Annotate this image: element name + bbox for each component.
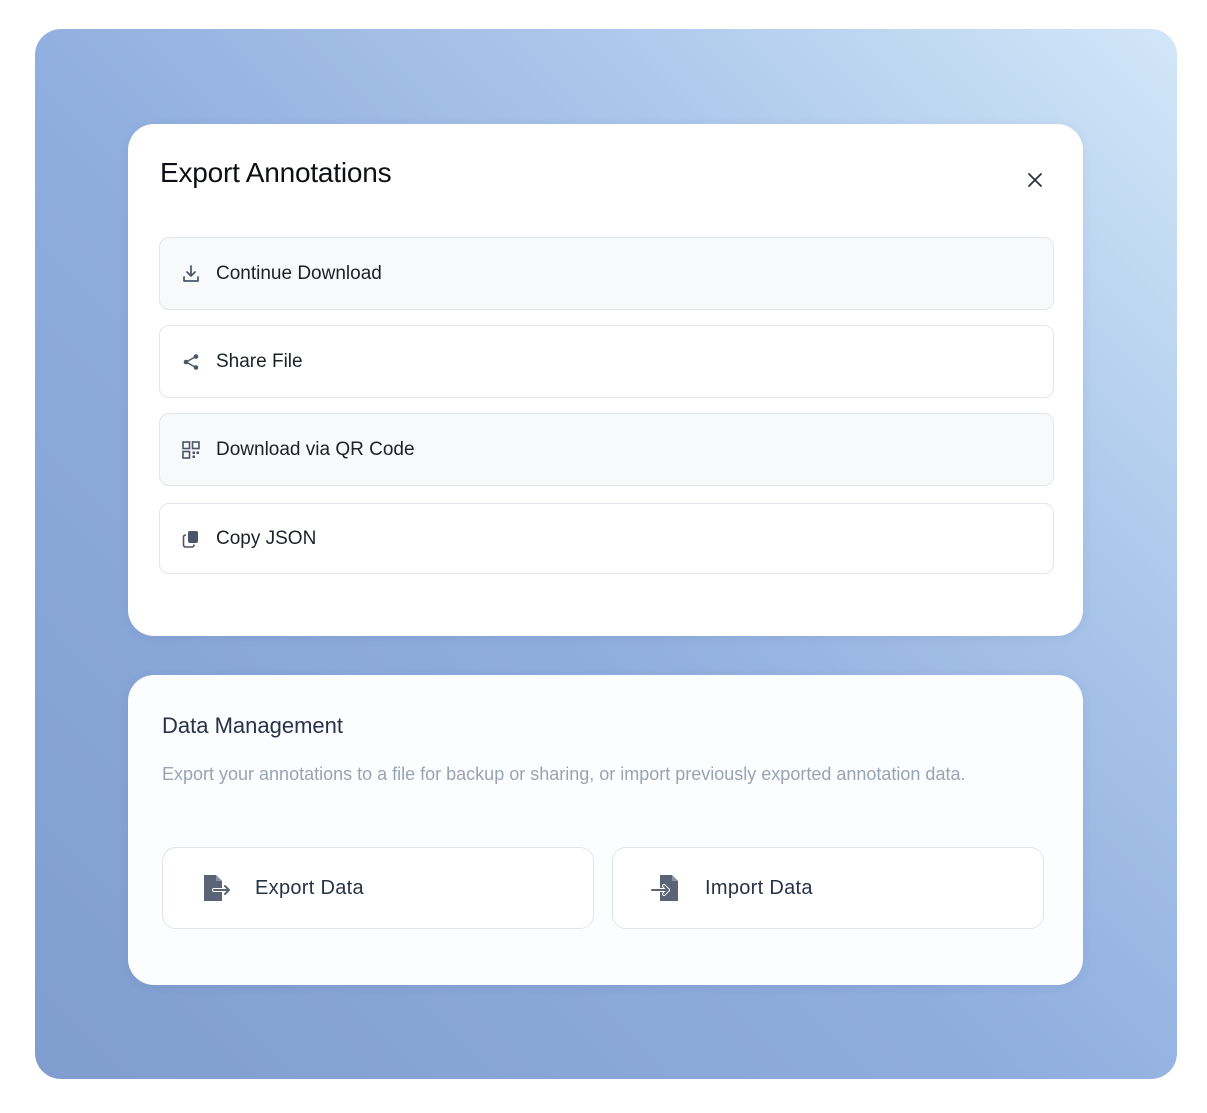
import-data-button[interactable]: Import Data bbox=[612, 847, 1044, 929]
copy-icon bbox=[180, 528, 202, 550]
qr-code-option[interactable]: Download via QR Code bbox=[159, 413, 1054, 486]
option-label: Copy JSON bbox=[216, 527, 317, 549]
button-label: Import Data bbox=[705, 876, 813, 899]
share-file-option[interactable]: Share File bbox=[159, 325, 1054, 398]
export-data-button[interactable]: Export Data bbox=[162, 847, 594, 929]
share-icon bbox=[180, 351, 202, 373]
option-label: Share File bbox=[216, 350, 303, 372]
option-label: Download via QR Code bbox=[216, 438, 415, 460]
section-description: Export your annotations to a file for ba… bbox=[162, 764, 966, 784]
file-export-icon bbox=[199, 871, 233, 905]
option-label: Continue Download bbox=[216, 262, 382, 284]
copy-json-option[interactable]: Copy JSON bbox=[159, 503, 1054, 574]
download-icon bbox=[180, 263, 202, 285]
qr-code-icon bbox=[180, 439, 202, 461]
continue-download-option[interactable]: Continue Download bbox=[159, 237, 1054, 310]
close-button[interactable] bbox=[1023, 168, 1047, 192]
dialog-title: Export Annotations bbox=[160, 157, 392, 188]
file-import-icon bbox=[649, 871, 683, 905]
data-management-panel: Data Management Export your annotations … bbox=[128, 675, 1083, 985]
close-icon[interactable] bbox=[1027, 172, 1043, 188]
section-title: Data Management bbox=[162, 713, 343, 738]
button-label: Export Data bbox=[255, 876, 364, 899]
export-annotations-dialog: Export Annotations Continue Download Sha… bbox=[128, 124, 1083, 636]
